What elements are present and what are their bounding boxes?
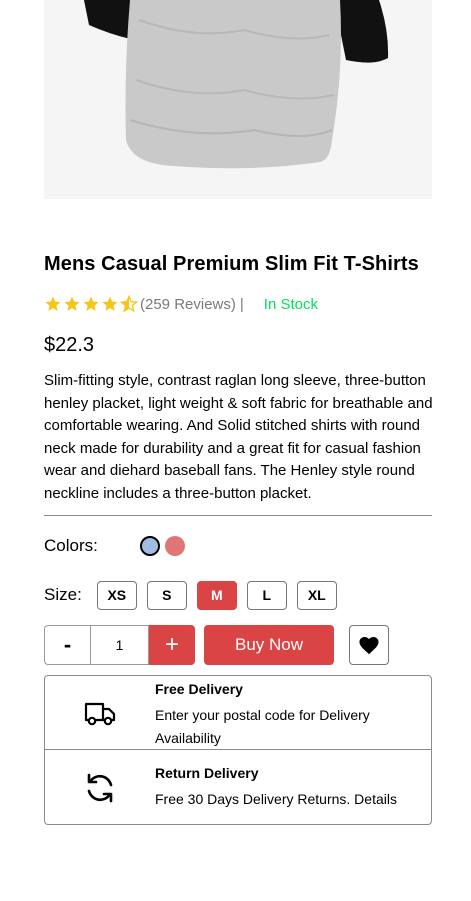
divider [44,515,432,516]
decrease-quantity-button[interactable]: - [44,625,90,665]
star-icon [102,296,118,311]
size-label: Size: [44,585,82,604]
size-option-xl[interactable]: XL [296,580,337,610]
colors-row: Colors: [44,535,185,557]
quantity-input[interactable]: 1 [90,625,149,665]
star-icon [83,296,99,311]
colors-label: Colors: [44,536,98,555]
size-option-l[interactable]: L [246,580,287,610]
wishlist-button[interactable] [349,625,389,665]
increase-quantity-button[interactable]: + [149,625,195,665]
truck-icon [84,702,116,726]
refresh-icon [87,773,113,803]
size-row: Size: XS S M L XL [44,580,347,610]
product-description: Slim-fitting style, contrast raglan long… [44,372,433,502]
product-title: Mens Casual Premium Slim Fit T-Shirts [44,253,419,275]
return-delivery-title: Return Delivery [155,765,259,781]
color-swatch-red[interactable] [164,536,185,556]
product-image [44,0,432,199]
stock-status: In Stock [263,295,318,313]
size-option-m[interactable]: M [196,580,237,610]
size-option-s[interactable]: S [146,580,187,610]
rating-stars [44,295,138,313]
review-count[interactable]: (259 Reviews) [140,296,236,313]
product-price: $22.3 [44,334,95,356]
half-star-icon [120,295,138,313]
star-icon [45,296,61,311]
free-delivery-title: Free Delivery [155,681,243,697]
color-swatch-blue[interactable] [139,536,160,556]
free-delivery-text: Enter your postal code for Delivery Avai… [155,707,370,746]
heart-icon [359,637,379,655]
rating-row: (259 Reviews) | In Stock [44,293,318,315]
return-delivery-text[interactable]: Free 30 Days Delivery Returns. Details [155,788,415,811]
delivery-info-box: Free Delivery Enter your postal code for… [44,675,432,825]
rating-separator: | [239,295,244,313]
star-icon [64,296,80,311]
buy-now-button[interactable]: Buy Now [204,625,334,665]
delivery-separator [45,749,431,750]
size-option-xs[interactable]: XS [96,580,137,610]
quantity-stepper: - 1 + [44,625,195,665]
